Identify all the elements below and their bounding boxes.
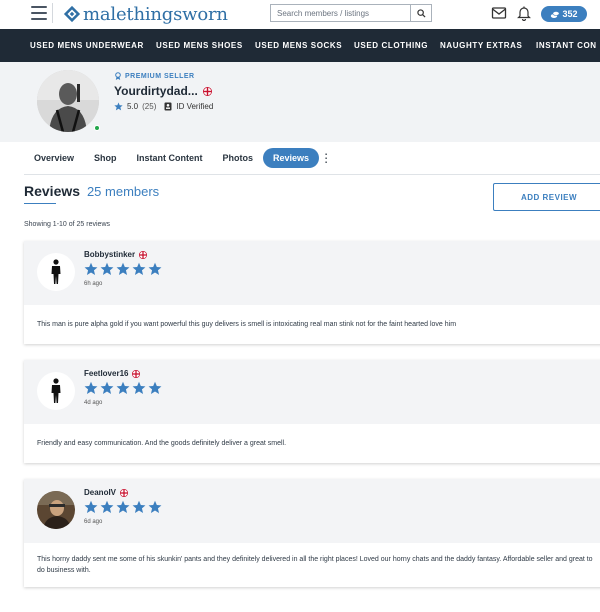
tab-overview[interactable]: Overview xyxy=(24,148,84,168)
search-input[interactable] xyxy=(270,4,410,22)
reviewer-photo xyxy=(37,491,75,529)
search-bar xyxy=(270,4,432,22)
user-silhouette-icon xyxy=(51,378,61,403)
review-time: 4d ago xyxy=(84,400,103,406)
reviewer-avatar[interactable] xyxy=(37,372,75,410)
reviews-count: 25 members xyxy=(86,184,160,199)
user-silhouette-icon xyxy=(51,259,61,284)
reviewer-name-row: Feetlover16 xyxy=(84,369,141,378)
review-stars xyxy=(84,262,162,276)
reviewer-name-row: Bobbystinker xyxy=(84,250,148,259)
seller-meta: 5.0 (25) ID Verified xyxy=(114,102,213,111)
coins-icon xyxy=(551,10,560,18)
category-nav: USED MENS UNDERWEAR USED MENS SHOES USED… xyxy=(0,29,600,62)
star-icon xyxy=(116,262,130,276)
reviewer-avatar[interactable] xyxy=(37,491,75,529)
tabs-divider xyxy=(24,174,600,175)
premium-seller-badge: PREMIUM SELLER xyxy=(114,72,195,80)
seller-name: Yourdirtydad... xyxy=(114,84,198,98)
star-icon xyxy=(114,102,123,111)
star-icon xyxy=(148,262,162,276)
review-stars xyxy=(84,381,162,395)
review-text: This man is pure alpha gold if you want … xyxy=(24,305,600,344)
review-stars xyxy=(84,500,162,514)
hamburger-icon[interactable] xyxy=(31,6,47,20)
profile-tabs: Overview Shop Instant Content Photos Rev… xyxy=(24,148,333,168)
star-icon xyxy=(132,381,146,395)
logo-icon xyxy=(63,5,81,23)
nav-used-clothing[interactable]: USED CLOTHING xyxy=(354,29,428,62)
online-indicator xyxy=(94,125,100,131)
reviews-title: Reviews xyxy=(24,183,81,199)
star-icon xyxy=(132,262,146,276)
bell-icon[interactable] xyxy=(516,5,532,21)
review-text: Friendly and easy communication. And the… xyxy=(24,424,600,463)
seller-photo xyxy=(37,70,99,132)
reviewer-name-row: DeanoIV xyxy=(84,488,129,497)
seller-name-row: Yourdirtydad... xyxy=(114,84,212,98)
nav-used-mens-underwear[interactable]: USED MENS UNDERWEAR xyxy=(30,29,144,62)
site-logo[interactable]: malethingsworn xyxy=(63,2,228,26)
mail-icon[interactable] xyxy=(491,5,507,21)
more-options-icon[interactable]: ⋮ xyxy=(319,151,333,165)
reviews-showing-count: Showing 1-10 of 25 reviews xyxy=(24,221,110,228)
tab-photos[interactable]: Photos xyxy=(213,148,264,168)
id-card-icon xyxy=(164,102,172,111)
search-icon xyxy=(416,8,426,18)
star-icon xyxy=(100,381,114,395)
seller-avatar[interactable] xyxy=(37,70,100,132)
review-card: Feetlover16 4d ago Friendly and easy com… xyxy=(24,360,600,463)
id-verified-label: ID Verified xyxy=(176,102,214,111)
reviewer-avatar[interactable] xyxy=(37,253,75,291)
star-icon xyxy=(116,381,130,395)
review-card: DeanoIV 6d ago This horny daddy sent me … xyxy=(24,479,600,587)
tab-reviews[interactable]: Reviews xyxy=(263,148,320,168)
tab-instant-content[interactable]: Instant Content xyxy=(127,148,213,168)
review-time: 6h ago xyxy=(84,281,103,287)
reviews-heading: Reviews 25 members xyxy=(24,183,159,199)
nav-used-mens-socks[interactable]: USED MENS SOCKS xyxy=(255,29,342,62)
review-time: 6d ago xyxy=(84,519,103,525)
seller-rating-count: (25) xyxy=(142,102,157,111)
credits-badge[interactable]: 352 xyxy=(541,6,587,22)
review-card: Bobbystinker 6h ago This man is pure alp… xyxy=(24,241,600,344)
uk-flag-icon xyxy=(120,488,129,497)
reviews-underline xyxy=(24,203,56,204)
star-icon xyxy=(84,262,98,276)
reviewer-name[interactable]: DeanoIV xyxy=(84,488,116,497)
star-icon xyxy=(100,500,114,514)
nav-used-mens-shoes[interactable]: USED MENS SHOES xyxy=(156,29,243,62)
star-icon xyxy=(148,381,162,395)
star-icon xyxy=(84,500,98,514)
nav-naughty-extras[interactable]: NAUGHTY EXTRAS xyxy=(440,29,522,62)
uk-flag-icon xyxy=(132,369,141,378)
review-text: This horny daddy sent me some of his sku… xyxy=(24,543,600,587)
star-icon xyxy=(132,500,146,514)
tab-shop[interactable]: Shop xyxy=(84,148,127,168)
star-icon xyxy=(116,500,130,514)
header-divider xyxy=(52,3,53,23)
logo-text: malethingsworn xyxy=(83,3,228,25)
star-icon xyxy=(100,262,114,276)
uk-flag-icon xyxy=(202,86,212,96)
nav-instant-content[interactable]: INSTANT CON xyxy=(536,29,597,62)
credits-count: 352 xyxy=(562,9,578,19)
search-button[interactable] xyxy=(410,4,432,22)
uk-flag-icon xyxy=(139,250,148,259)
reviewer-name[interactable]: Feetlover16 xyxy=(84,369,128,378)
top-header: malethingsworn 352 xyxy=(0,0,600,29)
seller-rating: 5.0 xyxy=(127,102,139,111)
star-icon xyxy=(148,500,162,514)
star-icon xyxy=(84,381,98,395)
add-review-button[interactable]: ADD REVIEW xyxy=(493,183,600,211)
rosette-icon xyxy=(115,72,121,80)
reviewer-name[interactable]: Bobbystinker xyxy=(84,250,135,259)
premium-seller-label: PREMIUM SELLER xyxy=(125,72,195,80)
